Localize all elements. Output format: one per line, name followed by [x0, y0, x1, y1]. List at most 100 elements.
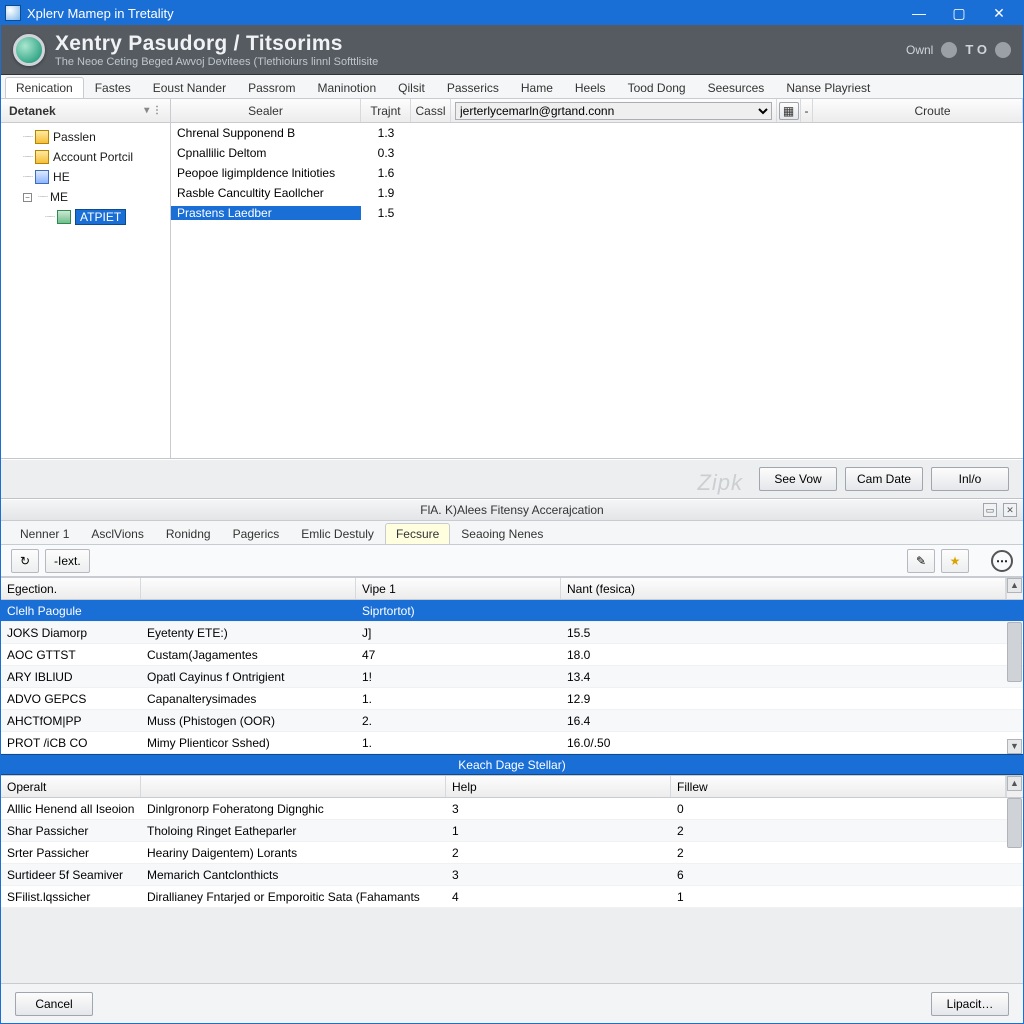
- see-vow-button[interactable]: See Vow: [759, 467, 837, 491]
- grid1-row[interactable]: PROT /iCB COMimy Plienticor Sshed)1.16.0…: [1, 732, 1023, 754]
- grid2-col-2[interactable]: [141, 776, 446, 797]
- cam-date-button[interactable]: Cam Date: [845, 467, 923, 491]
- list-row[interactable]: Chrenal Supponend B1.3: [171, 123, 1023, 143]
- banner-gear-icon[interactable]: [941, 42, 957, 58]
- footer-bar: Cancel Lipacit…: [1, 983, 1023, 1023]
- banner-clock-icon[interactable]: [995, 42, 1011, 58]
- main-tab-7[interactable]: Hame: [510, 77, 564, 98]
- sub-tab-2[interactable]: Ronidng: [155, 523, 222, 544]
- grid1-row[interactable]: JOKS DiamorpEyetenty ETE:)J]15.5: [1, 622, 1023, 644]
- grid1-col-4[interactable]: Nant (fesica): [561, 578, 1006, 599]
- col-cassl[interactable]: Cassl: [411, 99, 451, 122]
- grid2-scrollbar[interactable]: [1007, 798, 1022, 848]
- scroll-down-icon[interactable]: ▼: [1007, 739, 1022, 754]
- main-tab-9[interactable]: Tood Dong: [617, 77, 697, 98]
- tree-label: HE: [53, 170, 70, 184]
- main-tab-3[interactable]: Passrom: [237, 77, 306, 98]
- main-tab-11[interactable]: Nanse Playriest: [775, 77, 881, 98]
- grid2-row[interactable]: Alllic Henend all IseoionDinlgronorp Foh…: [1, 798, 1023, 820]
- main-tab-6[interactable]: Passerics: [436, 77, 510, 98]
- col-croute[interactable]: Croute: [843, 99, 1023, 122]
- grid2-col-4[interactable]: Fillew: [671, 776, 1006, 797]
- main-tab-5[interactable]: Qilsit: [387, 77, 436, 98]
- info-button[interactable]: Inl/o: [931, 467, 1009, 491]
- text-button-label: -Iext.: [54, 554, 81, 568]
- tree-node[interactable]: ┈┈ATPIET: [3, 207, 168, 227]
- lipacit-button[interactable]: Lipacit…: [931, 992, 1009, 1016]
- grid2-row[interactable]: Srter PassicherHeariny Daigentem) Lorant…: [1, 842, 1023, 864]
- main-tab-10[interactable]: Seesurces: [697, 77, 776, 98]
- grid-settings-icon[interactable]: ▦: [779, 102, 799, 120]
- scroll-up-icon[interactable]: ▲: [1007, 578, 1022, 593]
- banner-title: Xentry Pasudorg / Titsorims: [55, 32, 378, 56]
- sheet-icon: [35, 170, 49, 184]
- sub-tab-3[interactable]: Pagerics: [222, 523, 291, 544]
- list-rows: Chrenal Supponend B1.3Cpnallilic Deltom0…: [171, 123, 1023, 458]
- edit-button[interactable]: ✎: [907, 549, 935, 573]
- favorite-button[interactable]: ★: [941, 549, 969, 573]
- banner-right-label: Ownl: [906, 43, 933, 57]
- grid2-col-1[interactable]: Operalt: [1, 776, 141, 797]
- sidebar-header[interactable]: Detanek ▾ ⋮: [1, 99, 170, 123]
- minimize-button[interactable]: —: [899, 3, 939, 23]
- tree-node[interactable]: ┈┈Account Portcil: [3, 147, 168, 167]
- main-tab-2[interactable]: Eoust Nander: [142, 77, 237, 98]
- main-tab-8[interactable]: Heels: [564, 77, 617, 98]
- subpanel-close-icon[interactable]: ✕: [1003, 503, 1017, 517]
- grid2-row[interactable]: Shar PassicherTholoing Ringet Eatheparle…: [1, 820, 1023, 842]
- cancel-button[interactable]: Cancel: [15, 992, 93, 1016]
- tree-node[interactable]: ┈┈HE: [3, 167, 168, 187]
- folder-icon: [35, 130, 49, 144]
- grid1-col-2[interactable]: [141, 578, 356, 599]
- grid2-row[interactable]: SFilist.lqssicherDirallianey Fntarjed or…: [1, 886, 1023, 908]
- grid-1: Egection. Vipe 1 Nant (fesica) ▲ Clelh P…: [1, 577, 1023, 754]
- col-sealer[interactable]: Sealer: [171, 99, 361, 122]
- close-button[interactable]: ✕: [979, 3, 1019, 23]
- list-iconbtn-2[interactable]: -: [801, 99, 813, 122]
- account-combo[interactable]: jerterlycemarln@grtand.conn: [455, 102, 772, 120]
- col-trajnt[interactable]: Trajnt: [361, 99, 411, 122]
- maximize-button[interactable]: ▢: [939, 3, 979, 23]
- sidebar-dropdown-icon[interactable]: ▾ ⋮: [144, 105, 162, 116]
- subpanel-restore-icon[interactable]: ▭: [983, 503, 997, 517]
- list-row[interactable]: Peopoe ligimpldence lnitioties1.6: [171, 163, 1023, 183]
- more-button[interactable]: ⋯: [991, 550, 1013, 572]
- sub-tab-6[interactable]: Seaoing Nenes: [450, 523, 554, 544]
- main-tabstrip: RenicationFastesEoust NanderPassromManin…: [1, 75, 1023, 99]
- grid1-col-3[interactable]: Vipe 1: [356, 578, 561, 599]
- sub-tab-5[interactable]: Fecsure: [385, 523, 450, 544]
- mid-button-bar: Zipk See Vow Cam Date Inl/o: [1, 459, 1023, 499]
- grid1-scrollbar[interactable]: [1007, 622, 1022, 682]
- list-row[interactable]: Cpnallilic Deltom0.3: [171, 143, 1023, 163]
- sub-panel: FlA. K)Alees Fitensy Accerajcation ▭ ✕ N…: [1, 499, 1023, 983]
- grid1-row[interactable]: ARY IBLlUDOpatl Cayinus f Ontrigient1!13…: [1, 666, 1023, 688]
- main-tab-1[interactable]: Fastes: [84, 77, 142, 98]
- list-header: Sealer Trajnt Cassl jerterlycemarln@grta…: [171, 99, 1023, 123]
- grid1-row[interactable]: ADVO GEPCSCapanalterysimades1.12.9: [1, 688, 1023, 710]
- grid1-row[interactable]: AHCTfOM|PPMuss (Phistogen (OOR)2.16.4: [1, 710, 1023, 732]
- grid1-group-row[interactable]: Clelh PaoguleSiprtortot): [1, 600, 1023, 622]
- sub-tab-4[interactable]: Emlic Destuly: [290, 523, 385, 544]
- list-row[interactable]: Rasble Cancultity Eaollcher1.9: [171, 183, 1023, 203]
- text-button[interactable]: -Iext.: [45, 549, 90, 573]
- list-iconbtn-1: ▦: [777, 99, 801, 122]
- sub-tab-0[interactable]: Nenner 1: [9, 523, 80, 544]
- grid1-col-1[interactable]: Egection.: [1, 578, 141, 599]
- grid2-header: Operalt Help Fillew ▲: [1, 776, 1023, 798]
- tree-node[interactable]: −┈┈ME: [3, 187, 168, 207]
- sub-tab-1[interactable]: AsclVions: [80, 523, 154, 544]
- tree-node[interactable]: ┈┈Passlen: [3, 127, 168, 147]
- grid-divider: Keach Dage Stellar): [1, 754, 1023, 775]
- grid1-row[interactable]: AOC GTTSTCustam(Jagamentes4718.0: [1, 644, 1023, 666]
- app-icon: [5, 5, 21, 21]
- window-titlebar: Xplerv Mamep in Tretality — ▢ ✕: [1, 1, 1023, 25]
- scroll-up-icon[interactable]: ▲: [1007, 776, 1022, 791]
- grid2-row[interactable]: Surtideer 5f SeamiverMemarich Cantclonth…: [1, 864, 1023, 886]
- main-tab-4[interactable]: Maninotion: [306, 77, 387, 98]
- grid2-col-3[interactable]: Help: [446, 776, 671, 797]
- refresh-button[interactable]: ↻: [11, 549, 39, 573]
- sub-toolbar: ↻ -Iext. ✎ ★ ⋯: [1, 545, 1023, 577]
- main-tab-0[interactable]: Renication: [5, 77, 84, 98]
- list-row[interactable]: Prastens Laedber1.5: [171, 203, 1023, 223]
- expand-icon[interactable]: −: [23, 193, 32, 202]
